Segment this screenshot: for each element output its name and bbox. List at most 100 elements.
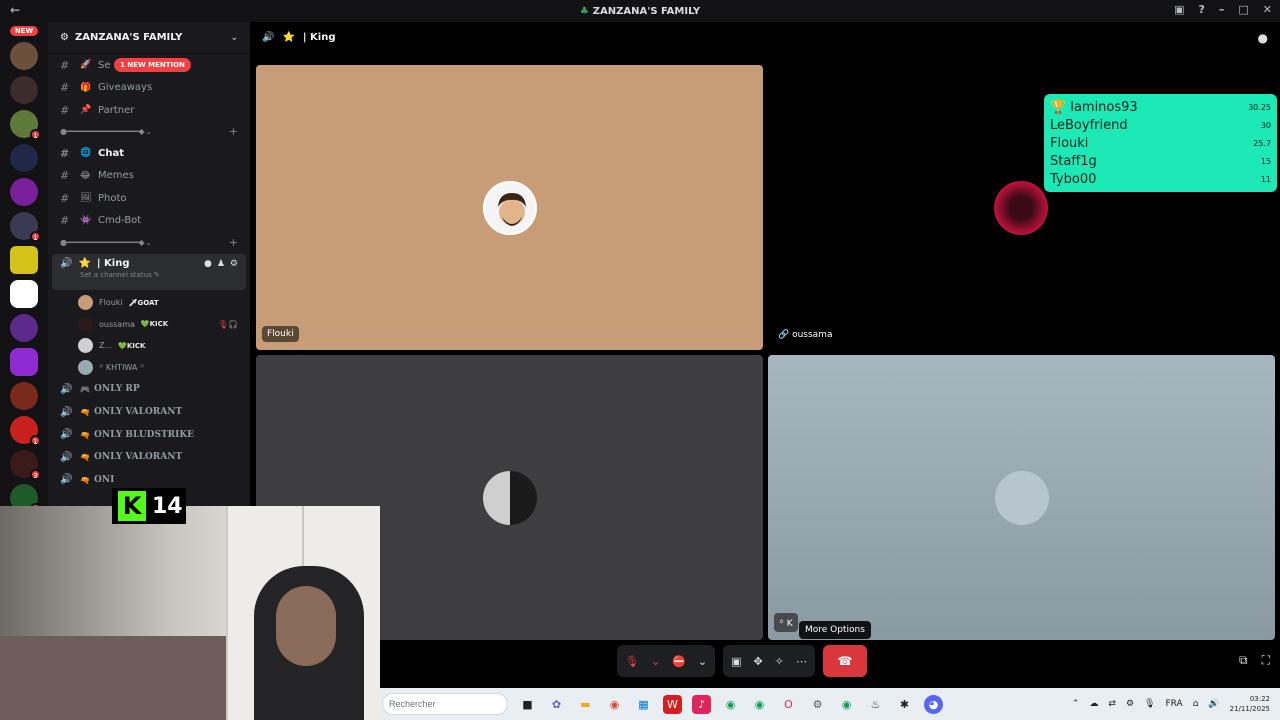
voice-user-name: Flouki [99, 298, 123, 308]
chevron-down-icon[interactable]: ⌄ [698, 655, 707, 668]
chat-bubble-icon[interactable]: ● [204, 259, 212, 269]
task-view-icon[interactable]: ■ [518, 695, 537, 714]
screen-share-icon[interactable]: ▣ [731, 655, 741, 668]
speaker-icon: 🔊 [60, 406, 73, 418]
voice-user[interactable]: Flouki 🗡GOAT [48, 292, 250, 314]
tiktok-icon[interactable]: ♪ [692, 694, 711, 714]
server-icon-6[interactable]: 1 [10, 212, 41, 242]
fullscreen-icon[interactable]: ⛶ [1262, 653, 1270, 668]
star-icon: ⭐ [282, 31, 295, 43]
server-icon-5[interactable] [10, 178, 38, 206]
add-channel-icon[interactable]: + [229, 125, 238, 138]
participant-tile[interactable]: ꙳ K [768, 355, 1275, 640]
channel-item-giveaways[interactable]: # 🎁 Giveaways [48, 77, 250, 100]
soundboard-icon[interactable]: ✧ [775, 655, 784, 668]
network-icon[interactable]: ⌂ [1193, 699, 1199, 709]
camera-off-icon[interactable]: ⛔ [672, 655, 686, 668]
chrome-icon[interactable]: ◉ [721, 695, 740, 714]
voice-user[interactable]: Z... 💚KICK [48, 335, 250, 357]
channel-label: Photo [98, 192, 127, 204]
server-icon-3[interactable]: 1 [10, 110, 41, 140]
gear-icon[interactable]: ⚙ [230, 259, 238, 269]
back-arrow-icon[interactable]: ← [10, 3, 20, 17]
taskbar-search-input[interactable] [382, 693, 508, 715]
chevron-up-icon[interactable]: ⌃ [1072, 699, 1080, 709]
server-icon-8[interactable] [10, 280, 38, 308]
voice-channel-item[interactable]: 🔊 🎮 ONLY RP [48, 378, 250, 401]
steam-icon[interactable]: ♨ [866, 695, 885, 714]
server-icon-13[interactable]: 3 [10, 450, 41, 480]
app-w-icon[interactable]: W [663, 694, 682, 714]
help-icon[interactable]: ? [1198, 3, 1204, 16]
close-icon[interactable]: ✕ [1263, 3, 1272, 16]
pop-out-icon[interactable]: ⧉ [1239, 653, 1248, 668]
participant-tile[interactable]: Flouki [256, 65, 763, 350]
kick-k-icon: K [118, 491, 146, 521]
inbox-icon[interactable]: ▣ [1174, 3, 1184, 16]
app-icon[interactable]: ✱ [895, 695, 914, 714]
more-options-icon[interactable]: ⋯ [796, 655, 807, 668]
voice-channel-item[interactable]: 🔊 🔫 ONLY BLUDSTRIKE [48, 423, 250, 446]
server-rail: NEW 1 1 1 3 1 1 [0, 22, 48, 548]
server-header[interactable]: ⚙ ZANZANA'S FAMILY ⌄ [48, 22, 250, 54]
category-divider[interactable]: ●━━━━━━━━━━━━━━━━━━━◆ ⌄ + [48, 122, 250, 142]
minimize-icon[interactable]: – [1219, 3, 1225, 16]
avatar [78, 359, 93, 375]
file-explorer-icon[interactable]: ▬ [576, 695, 595, 714]
chrome-icon[interactable]: ◉ [605, 695, 624, 714]
server-icon-10[interactable] [10, 348, 38, 376]
language-indicator[interactable]: FRA [1165, 699, 1182, 709]
voice-channel-king[interactable]: 🔊 ⭐ | King ● ♟ ⚙ Set a channel status ✎ [52, 254, 246, 291]
server-icon-11[interactable] [10, 382, 38, 410]
server-icon-2[interactable] [10, 76, 38, 104]
voice-channel-item[interactable]: 🔊 🔫 ONLY VALORANT [48, 401, 250, 424]
cloud-icon[interactable]: ☁ [1089, 699, 1098, 709]
new-mention-badge[interactable]: 1 NEW MENTION [114, 58, 191, 72]
category-divider[interactable]: ●━━━━━━━━━━━━━━━━━━━◆ ⌄ + [48, 232, 250, 252]
server-icon-9[interactable] [10, 314, 38, 342]
channel-label: ONLY VALORANT [94, 452, 183, 463]
invite-icon[interactable]: ♟ [217, 259, 225, 269]
voice-user[interactable]: oussama 💚KICK 🎙🎧 [48, 314, 250, 336]
leaderboard-score: 30.25 [1248, 102, 1271, 112]
chevron-down-icon[interactable]: ⌄ [651, 655, 660, 668]
maximize-icon[interactable]: □ [1238, 3, 1248, 16]
settings-icon[interactable]: ⚙ [808, 695, 827, 714]
server-icon-12[interactable]: 1 [10, 416, 41, 446]
channel-item-cmd-bot[interactable]: # 👾 Cmd-Bot [48, 210, 250, 233]
server-icon-4[interactable] [10, 144, 38, 172]
trophy-icon: 🏆 [1050, 99, 1071, 115]
add-channel-icon[interactable]: + [229, 236, 238, 249]
chrome-icon[interactable]: ◉ [750, 695, 769, 714]
disconnect-button[interactable]: ☎ [822, 645, 867, 677]
voice-user[interactable]: ꙳ KHTIWA ꙳ [48, 357, 250, 379]
discord-icon[interactable]: ◕ [924, 694, 943, 714]
channel-item-chat[interactable]: # 🌐 Chat [48, 142, 250, 165]
chrome-icon[interactable]: ◉ [837, 695, 856, 714]
channel-item-photo[interactable]: # 🖼 Photo [48, 187, 250, 210]
screen: ← ♣ ZANZANA'S FAMILY ▣ ? – □ ✕ NEW 1 1 1… [0, 0, 1280, 720]
leaderboard-name: LeBoyfriend [1050, 117, 1128, 133]
tray-app-icon[interactable]: ⇄ [1108, 699, 1116, 709]
store-icon[interactable]: ▦ [634, 695, 653, 714]
channel-label: ONLY VALORANT [94, 407, 183, 418]
volume-icon[interactable]: 🔊 [1208, 699, 1219, 709]
copilot-icon[interactable]: ✿ [547, 695, 566, 714]
chat-bubble-icon[interactable]: ● [1258, 31, 1268, 45]
server-icon-7[interactable] [10, 246, 38, 274]
channel-status[interactable]: Set a channel status ✎ [80, 271, 238, 279]
channel-label: ONLY BLUDSTRIKE [94, 429, 195, 440]
activities-icon[interactable]: ✥ [754, 655, 763, 668]
hash-icon: # [60, 58, 70, 72]
user-tag: 🗡GOAT [128, 298, 159, 307]
channel-item-partner[interactable]: # 📌 Partner [48, 99, 250, 122]
tray-app-icon[interactable]: ⚙ [1126, 699, 1134, 709]
opera-icon[interactable]: O [779, 695, 798, 714]
mic-icon[interactable]: 🎙 [1144, 699, 1155, 709]
voice-channel-item[interactable]: 🔊 🔫 ONLY VALORANT [48, 446, 250, 469]
channel-item-memes[interactable]: # 😂 Memes [48, 164, 250, 187]
channel-item-se[interactable]: # 🚀 Se 1 NEW MENTION [48, 54, 250, 77]
mic-muted-icon[interactable]: 🎙 [625, 655, 639, 668]
server-icon-1[interactable] [10, 42, 38, 70]
clock[interactable]: 03:22 21/11/2025 [1230, 694, 1270, 714]
